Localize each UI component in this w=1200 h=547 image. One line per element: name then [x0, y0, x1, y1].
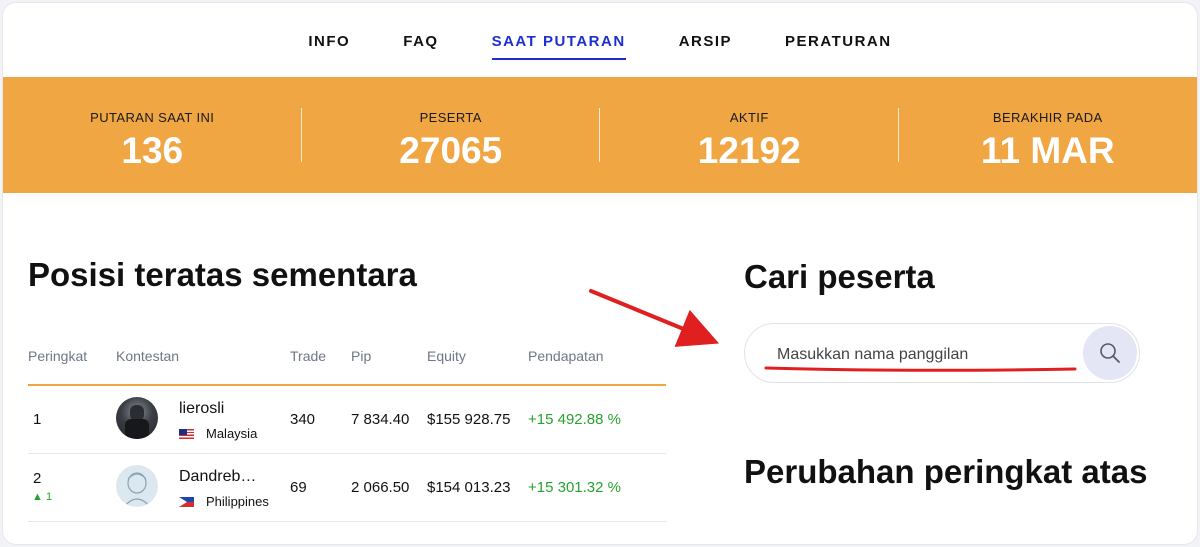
- leaderboard-title: Posisi teratas sementara: [28, 256, 417, 293]
- column-contestant: Kontestan: [116, 348, 180, 364]
- table-header: Peringkat Kontestan Trade Pip Equity Pen…: [28, 338, 666, 386]
- pip-value: 2 066.50: [351, 479, 410, 496]
- avatar[interactable]: [116, 397, 158, 439]
- malaysia-flag-icon: [179, 429, 194, 439]
- stats-bar: PUTARAN SAAT INI 136 PESERTA 27065 AKTIF…: [3, 77, 1197, 193]
- column-rank: Peringkat: [28, 348, 88, 364]
- equity-value: $155 928.75: [427, 411, 511, 428]
- contestant-country: Malaysia: [179, 426, 257, 441]
- stat-current-round: PUTARAN SAAT INI 136: [3, 77, 302, 193]
- stat-label: AKTIF: [729, 110, 769, 125]
- search-input[interactable]: [775, 340, 1079, 370]
- stat-value: 12192: [697, 130, 801, 171]
- search-box: [744, 323, 1140, 383]
- nav-arsip[interactable]: ARSIP: [679, 33, 732, 58]
- stat-active: AKTIF 12192: [600, 77, 899, 193]
- column-equity: Equity: [427, 348, 466, 364]
- stat-label: PUTARAN SAAT INI: [90, 110, 215, 125]
- leaderboard-table: Peringkat Kontestan Trade Pip Equity Pen…: [28, 338, 666, 522]
- stat-label: PESERTA: [419, 110, 482, 125]
- page-frame: INFO FAQ SAAT PUTARAN ARSIP PERATURAN PU…: [2, 2, 1198, 545]
- contestant-name[interactable]: Dandreb…: [179, 468, 256, 486]
- stat-value: 11 MAR: [980, 130, 1115, 171]
- rank-value: 1: [33, 411, 42, 428]
- rank-value: 2: [33, 470, 42, 487]
- stat-value: 136: [121, 130, 184, 171]
- contestant-name[interactable]: lierosli: [179, 400, 224, 418]
- nav-faq[interactable]: FAQ: [403, 33, 438, 58]
- stat-value: 27065: [399, 130, 503, 171]
- column-trade: Trade: [290, 348, 327, 364]
- income-value: +15 301.32 %: [528, 479, 621, 496]
- top-nav: INFO FAQ SAAT PUTARAN ARSIP PERATURAN: [3, 3, 1197, 77]
- country-name: Philippines: [206, 494, 269, 509]
- nav-info[interactable]: INFO: [308, 33, 350, 58]
- rank-up-badge: ▲ 1: [32, 491, 53, 503]
- trade-value: 69: [290, 479, 307, 496]
- income-value: +15 492.88 %: [528, 411, 621, 428]
- column-pip: Pip: [351, 348, 372, 364]
- pip-value: 7 834.40: [351, 411, 410, 428]
- country-name: Malaysia: [206, 426, 258, 441]
- stat-label: BERAKHIR PADA: [992, 110, 1103, 125]
- column-income: Pendapatan: [528, 348, 604, 364]
- table-row[interactable]: 1 lierosli Malaysia 340 7 834.40 $155 92…: [28, 386, 666, 454]
- stat-ends-on: BERAKHIR PADA 11 MAR: [899, 77, 1198, 193]
- nav-peraturan[interactable]: PERATURAN: [785, 33, 892, 58]
- avatar-cartoon-icon: [123, 472, 151, 507]
- rank-changes-title: Perubahan peringkat atas: [744, 453, 1148, 490]
- trade-value: 340: [290, 411, 316, 428]
- search-title: Cari peserta: [744, 258, 935, 295]
- avatar-photo-icon: [125, 405, 149, 439]
- equity-value: $154 013.23: [427, 479, 511, 496]
- contestant-country: Philippines: [179, 494, 269, 509]
- search-icon: [1100, 343, 1120, 363]
- nav-saat-putaran[interactable]: SAAT PUTARAN: [491, 33, 626, 60]
- avatar[interactable]: [116, 465, 158, 507]
- annotation-arrow: [589, 289, 720, 347]
- table-row[interactable]: 2 ▲ 1 Dandreb… Philippines 69 2 066.50 $…: [28, 454, 666, 522]
- stat-participants: PESERTA 27065: [302, 77, 600, 193]
- search-button[interactable]: [1083, 326, 1137, 380]
- philippines-flag-icon: [179, 497, 194, 507]
